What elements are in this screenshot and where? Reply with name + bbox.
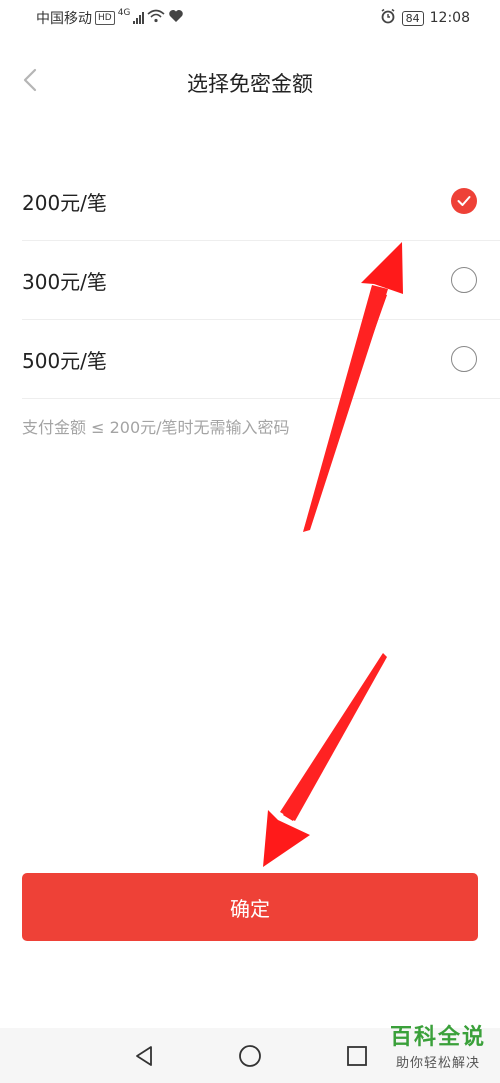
option-300[interactable]: 300元/笔 [22,241,500,320]
watermark-subtitle: 助你轻松解决 [395,1056,480,1071]
option-label: 300元/笔 [22,269,107,294]
triangle-back-icon[interactable] [130,1042,158,1070]
wifi-icon [147,9,165,27]
circle-home-icon[interactable] [236,1042,264,1070]
option-label: 500元/笔 [22,348,107,373]
watermark-logo: 百科全说 助你轻松解决 [390,1024,486,1071]
option-500[interactable]: 500元/笔 [22,320,500,399]
alarm-icon [380,8,396,28]
hint-text: 支付金额 ≤ 200元/笔时无需输入密码 [22,418,290,437]
heart-icon [168,9,184,27]
network-type: 4G [117,8,131,18]
signal-icon [133,12,145,24]
amount-options: 200元/笔 300元/笔 500元/笔 [22,162,500,399]
annotation-arrow-down [263,653,387,867]
radio-checked-icon[interactable] [451,188,477,214]
confirm-button[interactable]: 确定 [22,873,478,941]
option-label: 200元/笔 [22,190,107,215]
option-200[interactable]: 200元/笔 [22,162,500,241]
watermark-title: 百科全说 [389,1025,486,1050]
hd-icon: HD [95,11,115,25]
status-bar: 中国移动 HD 4G 84 12:08 [0,0,500,36]
status-left: 中国移动 HD 4G [36,8,184,28]
clock: 12:08 [429,10,470,26]
battery-icon: 84 [401,10,424,26]
radio-unchecked-icon[interactable] [451,267,477,293]
status-right: 84 12:08 [380,8,470,28]
square-recent-icon[interactable] [343,1042,371,1070]
radio-unchecked-icon[interactable] [451,346,477,372]
page-title: 选择免密金额 [187,72,313,96]
title-bar: 选择免密金额 [0,44,500,120]
carrier-name: 中国移动 [36,11,92,27]
